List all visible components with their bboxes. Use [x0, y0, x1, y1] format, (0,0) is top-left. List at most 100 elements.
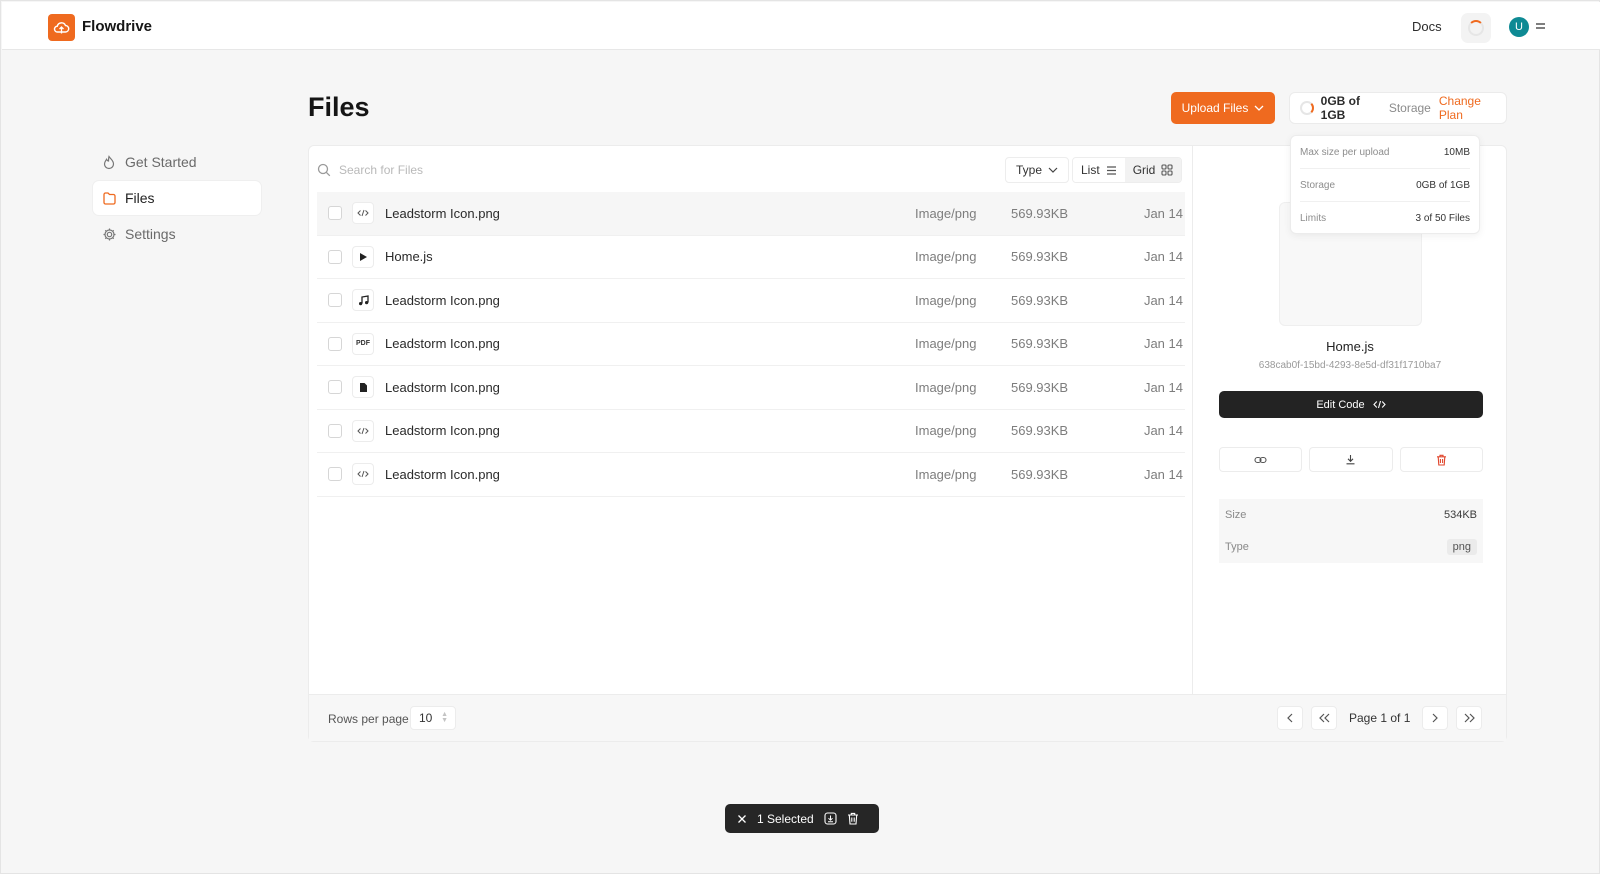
page-indicator: Page 1 of 1	[1349, 711, 1411, 725]
change-plan-link[interactable]: Change Plan	[1439, 94, 1506, 122]
popover-value: 0GB of 1GB	[1416, 179, 1470, 191]
popover-row: Limits 3 of 50 Files	[1300, 202, 1470, 235]
popover-label: Storage	[1300, 179, 1336, 191]
last-page-button[interactable]	[1456, 706, 1483, 730]
row-checkbox[interactable]	[328, 206, 342, 221]
file-list-pane: Type List Grid Leadstorm Icon.png	[309, 146, 1193, 694]
storage-indicator[interactable]: 0GB of 1GB Storage Change Plan	[1289, 92, 1507, 124]
grid-view-label: Grid	[1132, 163, 1156, 177]
file-name: Leadstorm Icon.png	[385, 466, 500, 482]
grid-view-button[interactable]: Grid	[1124, 158, 1182, 182]
search-icon	[317, 163, 331, 177]
table-row[interactable]: Home.js Image/png 569.93KB Jan 14	[317, 236, 1185, 279]
selection-toolbar: 1 Selected	[725, 804, 879, 833]
row-checkbox[interactable]	[328, 336, 342, 351]
type-filter-button[interactable]: Type	[1005, 157, 1070, 183]
popover-row: Storage 0GB of 1GB	[1300, 169, 1470, 202]
storage-label: Storage	[1388, 101, 1431, 115]
file-name: Leadstorm Icon.png	[385, 205, 500, 221]
meta-row-type: Type png	[1219, 531, 1483, 563]
list-view-button[interactable]: List	[1073, 158, 1125, 182]
folder-icon	[101, 190, 117, 206]
storage-used: 0GB of 1GB	[1320, 94, 1361, 122]
app-window: Flowdrive Docs U Get Started Files Setti…	[0, 0, 1600, 874]
sidebar-item-label: Settings	[125, 226, 176, 242]
table-row[interactable]: Leadstorm Icon.png Image/png 569.93KB Ja…	[317, 366, 1185, 410]
code-icon	[352, 419, 374, 442]
sidebar-item-files[interactable]: Files	[93, 181, 261, 215]
row-checkbox[interactable]	[328, 423, 342, 438]
sidebar-item-settings[interactable]: Settings	[93, 217, 261, 251]
flowdrive-logo-icon[interactable]	[48, 14, 75, 41]
avatar[interactable]: U	[1509, 17, 1529, 37]
gear-icon	[101, 226, 117, 242]
table-row[interactable]: PDF Leadstorm Icon.png Image/png 569.93K…	[317, 323, 1185, 366]
search-input[interactable]	[339, 163, 679, 177]
trash-icon[interactable]	[847, 812, 859, 825]
copy-link-button[interactable]	[1219, 447, 1303, 472]
play-icon	[352, 245, 374, 268]
storage-popover: Max size per upload 10MB Storage 0GB of …	[1290, 135, 1480, 234]
loading-spinner-icon	[1468, 20, 1484, 36]
row-checkbox[interactable]	[328, 467, 342, 482]
previous-page-button[interactable]	[1277, 706, 1303, 730]
first-page-button[interactable]	[1311, 706, 1337, 730]
file-date: Jan 14	[1143, 292, 1183, 308]
edit-code-label: Edit Code	[1316, 398, 1365, 411]
table-row[interactable]: Leadstorm Icon.png Image/png 569.93KB Ja…	[317, 279, 1185, 323]
upload-files-label: Upload Files	[1181, 101, 1249, 115]
table-row[interactable]: Leadstorm Icon.png Image/png 569.93KB Ja…	[317, 453, 1185, 497]
double-chevron-left-icon	[1318, 713, 1329, 723]
code-icon	[352, 202, 374, 225]
rows-per-page-select[interactable]: 10 ▲ ▼	[410, 706, 456, 730]
table-row[interactable]: Leadstorm Icon.png Image/png 569.93KB Ja…	[317, 410, 1185, 453]
view-toggle: List Grid	[1072, 157, 1183, 183]
upload-files-button[interactable]: Upload Files	[1171, 92, 1275, 124]
detail-file-id: 638cab0f-15bd-4293-8e5d-df31f1710ba7	[1258, 360, 1442, 371]
sidebar-item-label: Get Started	[125, 154, 197, 170]
popover-value: 10MB	[1443, 146, 1470, 158]
file-date: Jan 14	[1143, 336, 1183, 352]
file-size: 569.93KB	[1011, 379, 1069, 395]
detail-file-name: Home.js	[1326, 339, 1374, 354]
file-meta: Size 534KB Type png	[1219, 499, 1483, 563]
file-name: Leadstorm Icon.png	[385, 292, 500, 308]
next-page-button[interactable]	[1422, 706, 1449, 730]
row-checkbox[interactable]	[328, 293, 342, 308]
code-icon	[352, 463, 374, 486]
sidebar-item-label: Files	[125, 190, 155, 206]
file-name: Leadstorm Icon.png	[385, 423, 500, 439]
file-size: 569.93KB	[1011, 423, 1069, 439]
file-type: Image/png	[915, 336, 977, 352]
file-date: Jan 14	[1143, 205, 1183, 221]
chevron-left-icon	[1287, 713, 1293, 723]
file-type: Image/png	[915, 379, 977, 395]
meta-value: png	[1446, 539, 1477, 555]
popover-label: Max size per upload	[1300, 146, 1390, 158]
chevron-down-icon	[1048, 167, 1058, 173]
close-icon[interactable]	[737, 814, 747, 824]
edit-code-button[interactable]: Edit Code	[1219, 391, 1483, 418]
loading-button[interactable]	[1461, 13, 1491, 43]
download-icon	[1346, 455, 1355, 465]
link-icon	[1254, 456, 1267, 463]
chevron-down-icon	[1254, 105, 1264, 111]
file-date: Jan 14	[1143, 423, 1183, 439]
file-actions	[1219, 447, 1483, 472]
top-bar: Flowdrive Docs U	[2, 2, 1600, 50]
delete-button[interactable]	[1399, 447, 1483, 472]
trash-icon	[1436, 454, 1446, 466]
download-button[interactable]	[1309, 447, 1393, 472]
file-name: Leadstorm Icon.png	[385, 379, 500, 395]
file-type: Image/png	[915, 466, 977, 482]
download-icon[interactable]	[824, 812, 837, 825]
search-bar	[317, 158, 717, 182]
row-checkbox[interactable]	[328, 380, 342, 395]
docs-link[interactable]: Docs	[1412, 19, 1442, 34]
menu-icon[interactable]	[1535, 21, 1546, 31]
list-icon	[1106, 165, 1116, 175]
row-checkbox[interactable]	[328, 249, 342, 264]
table-row[interactable]: Leadstorm Icon.png Image/png 569.93KB Ja…	[317, 192, 1185, 236]
file-date: Jan 14	[1143, 466, 1183, 482]
sidebar-item-get-started[interactable]: Get Started	[93, 145, 261, 179]
